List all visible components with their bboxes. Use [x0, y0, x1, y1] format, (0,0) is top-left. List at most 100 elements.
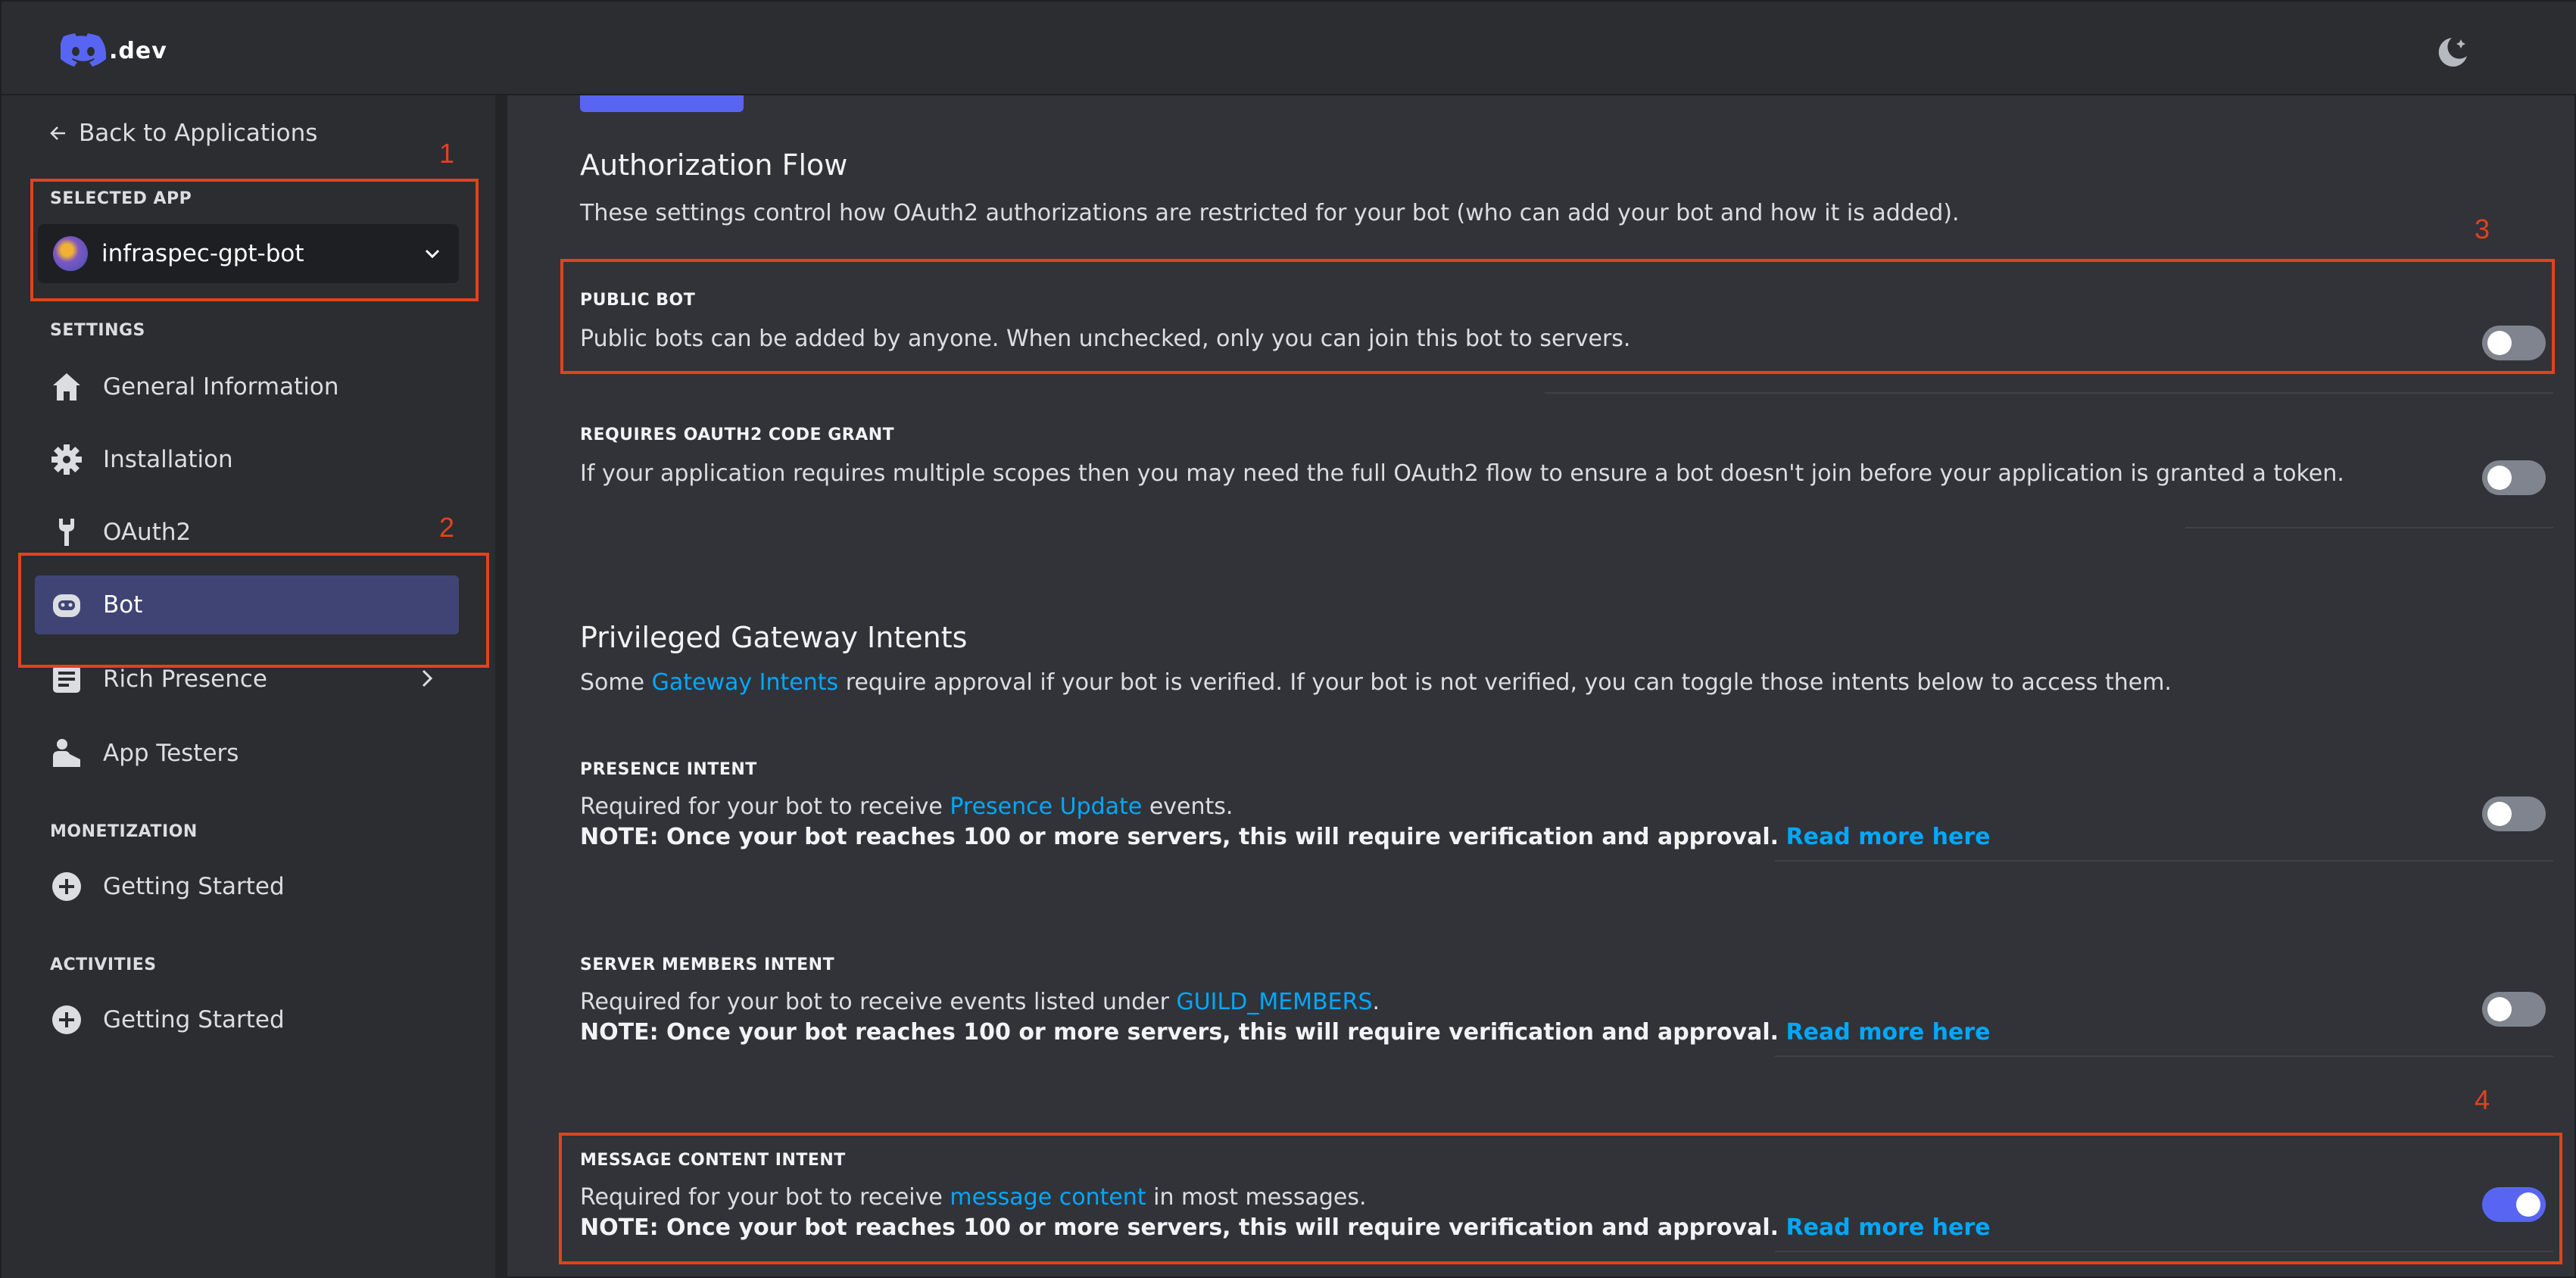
presence-intent-description: Required for your bot to receive Presenc… — [580, 792, 1991, 853]
main-content: Authorization Flow These settings contro… — [507, 95, 2576, 1278]
sidebar-item-installation[interactable]: Installation — [35, 430, 459, 489]
code-grant-description: If your application requires multiple sc… — [580, 460, 2344, 487]
desc-text: require approval if your bot is verified… — [838, 669, 2172, 696]
chevron-down-icon — [425, 249, 440, 259]
note-text: NOTE: Once your bot reaches 100 or more … — [580, 1019, 1779, 1046]
activities-heading: ACTIVITIES — [50, 955, 157, 974]
authorization-flow-description: These settings control how OAuth2 author… — [580, 200, 1960, 226]
sidebar-item-rich-presence[interactable]: Rich Presence — [35, 650, 459, 709]
divider — [1775, 1055, 2553, 1057]
annotation-number-3: 3 — [2475, 214, 2490, 245]
home-icon — [48, 369, 85, 405]
app-name: infraspec-gpt-bot — [101, 240, 304, 267]
sidebar-item-label: Installation — [103, 446, 233, 473]
annotation-number-2: 2 — [439, 512, 455, 543]
server-members-intent-note: NOTE: Once your bot reaches 100 or more … — [580, 1018, 1991, 1048]
toggle-knob — [2487, 466, 2512, 490]
moon-star-icon[interactable] — [2434, 33, 2472, 71]
save-button-partial[interactable] — [580, 95, 744, 112]
privileged-intents-title: Privileged Gateway Intents — [580, 621, 968, 654]
app-avatar — [53, 236, 88, 271]
user-tester-icon — [48, 735, 85, 771]
message-content-intent-line: Required for your bot to receive message… — [580, 1183, 1991, 1213]
bot-icon — [48, 587, 85, 623]
logo-text: .dev — [109, 37, 167, 64]
sidebar-item-bot[interactable]: Bot — [35, 575, 459, 634]
server-members-intent-toggle[interactable] — [2482, 992, 2546, 1027]
server-members-intent-description: Required for your bot to receive events … — [580, 987, 1991, 1048]
text: in most messages. — [1146, 1184, 1367, 1211]
discord-dev-logo[interactable]: .dev — [61, 32, 167, 70]
code-grant-title: REQUIRES OAUTH2 CODE GRANT — [580, 425, 895, 444]
read-more-link[interactable]: Read more here — [1786, 824, 1991, 850]
note-text: NOTE: Once your bot reaches 100 or more … — [580, 824, 1779, 850]
toggle-knob — [2487, 997, 2512, 1021]
divider — [1775, 1251, 2553, 1252]
top-bar: .dev — [2, 2, 2576, 95]
divider — [1775, 860, 2553, 862]
sidebar-item-general-information[interactable]: General Information — [35, 357, 459, 416]
annotation-number-4: 4 — [2475, 1084, 2490, 1115]
privileged-intents-description: Some Gateway Intents require approval if… — [580, 669, 2172, 696]
presence-intent-note: NOTE: Once your bot reaches 100 or more … — [580, 822, 1991, 853]
toggle-knob — [2487, 331, 2512, 355]
back-link-label: Back to Applications — [79, 120, 318, 147]
public-bot-description: Public bots can be added by anyone. When… — [580, 326, 1631, 352]
sidebar-item-label: Getting Started — [103, 1006, 285, 1033]
note-text: NOTE: Once your bot reaches 100 or more … — [580, 1214, 1779, 1241]
chevron-right-icon — [422, 669, 433, 687]
message-content-intent-note: NOTE: Once your bot reaches 100 or more … — [580, 1213, 1991, 1243]
divider — [2185, 527, 2553, 528]
back-to-applications-link[interactable]: Back to Applications — [48, 120, 317, 147]
presence-intent-line: Required for your bot to receive Presenc… — [580, 792, 1991, 822]
presence-intent-title: PRESENCE INTENT — [580, 760, 757, 779]
message-content-intent-toggle[interactable] — [2482, 1187, 2546, 1222]
desc-text: Some — [580, 669, 652, 696]
message-content-intent-title: MESSAGE CONTENT INTENT — [580, 1151, 846, 1170]
selected-app-heading: SELECTED APP — [50, 189, 192, 208]
public-bot-title: PUBLIC BOT — [580, 291, 696, 310]
sidebar-item-label: OAuth2 — [103, 519, 192, 546]
presence-update-link[interactable]: Presence Update — [950, 793, 1142, 820]
presence-intent-toggle[interactable] — [2482, 796, 2546, 831]
sidebar-item-label: General Information — [103, 373, 339, 401]
plus-circle-icon — [48, 1002, 85, 1038]
code-grant-toggle[interactable] — [2482, 460, 2546, 495]
server-members-intent-title: SERVER MEMBERS INTENT — [580, 955, 835, 974]
message-content-intent-description: Required for your bot to receive message… — [580, 1183, 1991, 1243]
sidebar: Back to Applications SELECTED APP infras… — [2, 95, 507, 1278]
annotation-number-1: 1 — [439, 138, 455, 169]
toggle-knob — [2516, 1192, 2540, 1217]
app-selector-dropdown[interactable]: infraspec-gpt-bot — [38, 224, 459, 283]
gateway-intents-link[interactable]: Gateway Intents — [652, 669, 839, 696]
read-more-link[interactable]: Read more here — [1786, 1214, 1991, 1241]
sidebar-item-label: App Testers — [103, 740, 239, 767]
list-icon — [48, 661, 85, 697]
sidebar-item-label: Bot — [103, 591, 143, 619]
plus-circle-icon — [48, 868, 85, 905]
sidebar-item-label: Rich Presence — [103, 665, 267, 693]
toggle-knob — [2487, 802, 2512, 826]
message-content-link[interactable]: message content — [950, 1184, 1146, 1211]
wrench-icon — [48, 514, 85, 550]
public-bot-toggle[interactable] — [2482, 326, 2546, 360]
text: . — [1372, 989, 1380, 1015]
app-frame: .dev Back to Applications SELECTED APP i… — [0, 0, 2576, 1278]
text: Required for your bot to receive — [580, 793, 950, 820]
text: Required for your bot to receive — [580, 1184, 950, 1211]
text: Required for your bot to receive events … — [580, 989, 1177, 1015]
sidebar-item-app-testers[interactable]: App Testers — [35, 724, 459, 783]
server-members-intent-line: Required for your bot to receive events … — [580, 987, 1991, 1018]
gear-icon — [48, 441, 85, 478]
sidebar-item-label: Getting Started — [103, 873, 285, 900]
sidebar-item-oauth2[interactable]: OAuth2 — [35, 503, 459, 562]
guild-members-link[interactable]: GUILD_MEMBERS — [1176, 989, 1372, 1015]
read-more-link[interactable]: Read more here — [1786, 1019, 1991, 1046]
sidebar-item-activities-getting-started[interactable]: Getting Started — [35, 990, 459, 1049]
monetization-heading: MONETIZATION — [50, 822, 198, 841]
sidebar-item-monetization-getting-started[interactable]: Getting Started — [35, 857, 459, 916]
arrow-left-icon — [50, 126, 65, 140]
authorization-flow-title: Authorization Flow — [580, 148, 848, 182]
discord-logo-icon — [61, 33, 106, 67]
settings-heading: SETTINGS — [50, 321, 145, 340]
